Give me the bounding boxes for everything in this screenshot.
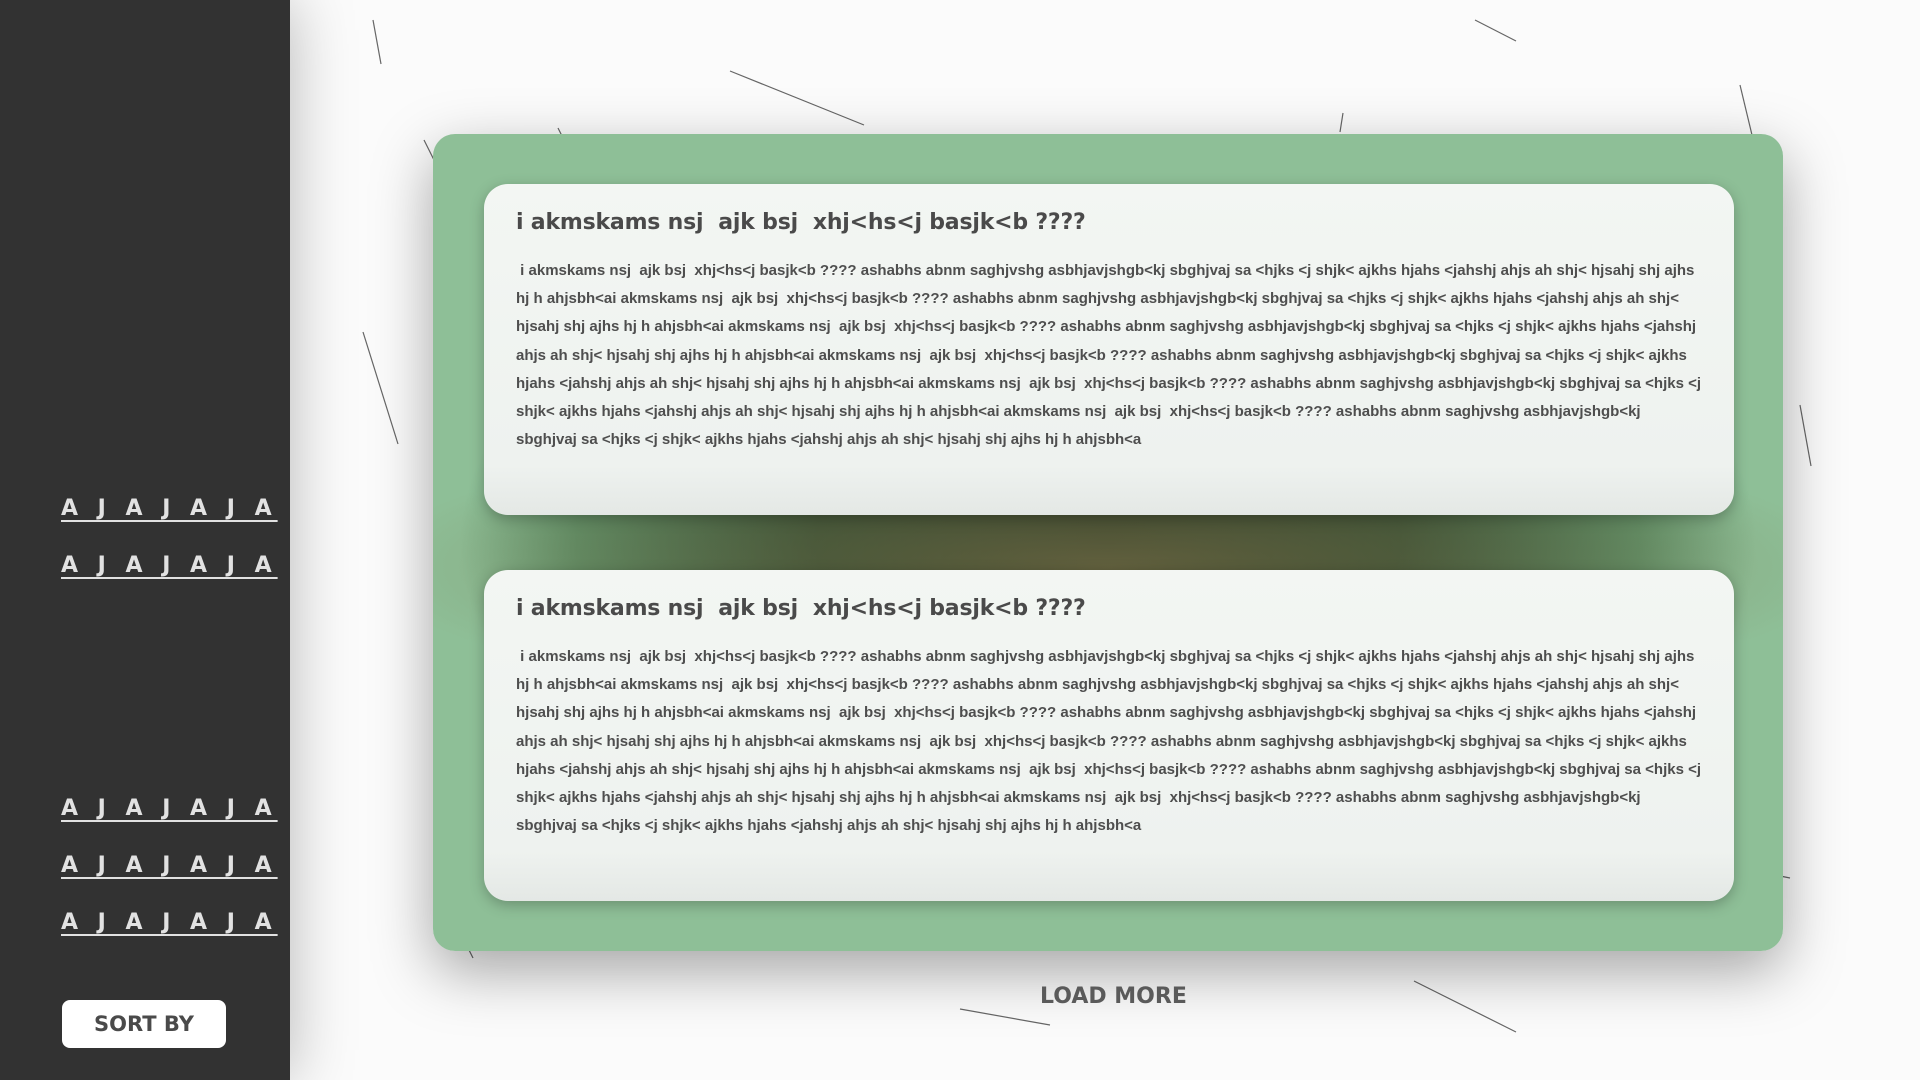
sidebar-link-3[interactable]: A J A J A J A <box>61 796 278 821</box>
post-body: i akmskams nsj ajk bsj xhj<hs<j basjk<b … <box>516 262 1706 449</box>
sidebar-link-1[interactable]: A J A J A J A <box>61 496 278 521</box>
sidebar: A J A J A J A A J A J A J A A J A J A J … <box>0 0 290 1080</box>
load-more-button[interactable]: LOAD MORE <box>1040 984 1187 1009</box>
feed-frame: i akmskams nsj ajk bsj xhj<hs<j basjk<b … <box>433 134 1783 951</box>
sort-by-button[interactable]: SORT BY <box>62 1000 226 1048</box>
sidebar-link-5[interactable]: A J A J A J A <box>61 910 278 935</box>
post-title: i akmskams nsj ajk bsj xhj<hs<j basjk<b … <box>516 596 1086 621</box>
page: A J A J A J A A J A J A J A A J A J A J … <box>0 0 1920 1080</box>
post-card[interactable]: i akmskams nsj ajk bsj xhj<hs<j basjk<b … <box>484 184 1734 515</box>
post-title: i akmskams nsj ajk bsj xhj<hs<j basjk<b … <box>516 210 1086 235</box>
sidebar-link-4[interactable]: A J A J A J A <box>61 853 278 878</box>
post-card[interactable]: i akmskams nsj ajk bsj xhj<hs<j basjk<b … <box>484 570 1734 901</box>
sidebar-link-2[interactable]: A J A J A J A <box>61 553 278 578</box>
post-body: i akmskams nsj ajk bsj xhj<hs<j basjk<b … <box>516 648 1706 835</box>
